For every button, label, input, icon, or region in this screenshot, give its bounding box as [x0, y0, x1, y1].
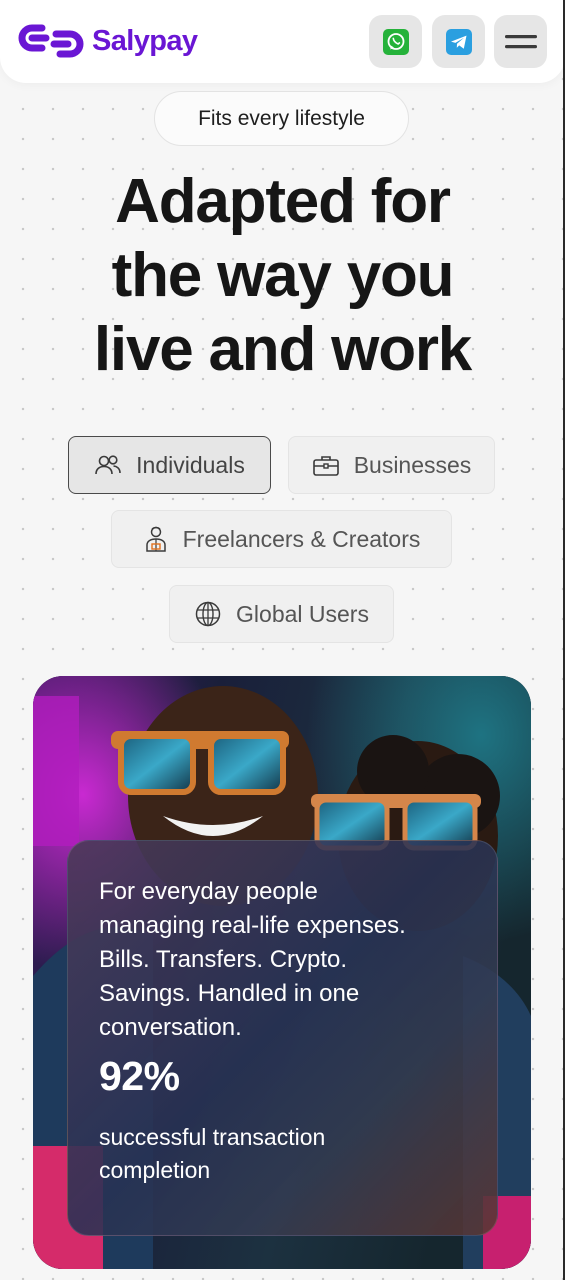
creator-icon: [145, 526, 166, 552]
page-title-line: the way you: [111, 241, 455, 310]
segment-tab-businesses[interactable]: Businesses: [288, 436, 495, 494]
feature-overlay-panel: For everyday people managing real-life e…: [67, 840, 498, 1236]
success-rate-label: successful transaction completion: [99, 1124, 326, 1183]
salypay-logo-icon: [18, 24, 84, 58]
telegram-button[interactable]: [432, 15, 485, 68]
page-title-line: live and work: [93, 315, 472, 384]
segment-feature-card: For everyday people managing real-life e…: [33, 676, 531, 1269]
menu-icon: [504, 34, 537, 48]
globe-icon: [195, 601, 221, 627]
brand-name: Salypay: [92, 25, 198, 57]
briefcase-icon: [312, 456, 339, 476]
top-navigation-bar: Salypay: [0, 0, 565, 83]
telegram-icon: [445, 28, 472, 55]
segment-label: Freelancers & Creators: [182, 525, 421, 552]
brand-logo[interactable]: Salypay: [18, 20, 198, 62]
segment-label: Individuals: [136, 451, 245, 478]
success-rate-value: 92%: [99, 1053, 180, 1099]
segment-tab-global-users[interactable]: Global Users: [169, 585, 394, 643]
segment-tab-individuals[interactable]: Individuals: [68, 436, 271, 494]
whatsapp-button[interactable]: [369, 15, 422, 68]
whatsapp-icon: [382, 28, 409, 55]
segment-tab-freelancers-creators[interactable]: Freelancers & Creators: [111, 510, 452, 568]
lifestyle-badge: Fits every lifestyle: [154, 91, 409, 146]
users-icon: [95, 455, 121, 475]
page-title: Adapted for the way you live and work: [0, 165, 565, 387]
segment-label: Businesses: [353, 451, 472, 478]
menu-button[interactable]: [494, 15, 547, 68]
page-title-line: Adapted for: [115, 167, 451, 236]
feature-description: For everyday people managing real-life e…: [99, 878, 406, 1041]
segment-label: Global Users: [236, 600, 369, 627]
